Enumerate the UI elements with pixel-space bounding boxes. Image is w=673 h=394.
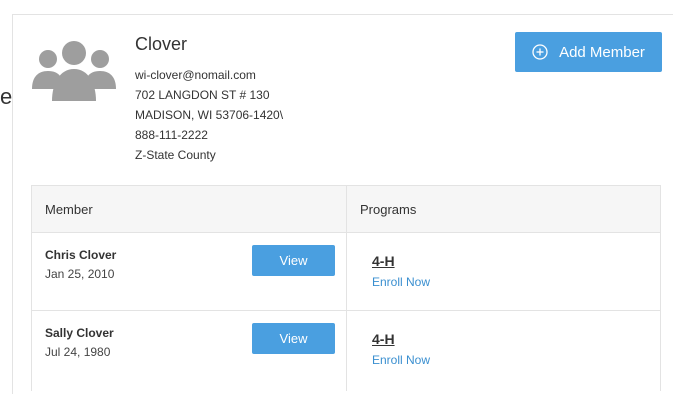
family-group-icon [32, 41, 116, 101]
header-member: Member [32, 186, 347, 232]
programs-cell: 4-H Enroll Now [347, 233, 660, 310]
program-link[interactable]: 4-H [372, 331, 395, 347]
family-contact-info: wi-clover@nomail.com 702 LANGDON ST # 13… [135, 65, 283, 165]
member-name: Chris Clover [45, 248, 117, 262]
family-address-line2: MADISON, WI 53706-1420\ [135, 108, 284, 122]
member-cell: Chris Clover Jan 25, 2010 View [32, 233, 347, 310]
family-county: Z-State County [135, 148, 216, 162]
family-email: wi-clover@nomail.com [135, 68, 256, 82]
member-dob: Jul 24, 1980 [45, 345, 111, 359]
table-row: Sally Clover Jul 24, 1980 View 4-H Enrol… [32, 311, 660, 391]
family-name: Clover [135, 34, 188, 54]
plus-circle-icon [532, 44, 548, 60]
view-member-button[interactable]: View [252, 323, 335, 354]
programs-cell: 4-H Enroll Now [347, 311, 660, 391]
family-card: Clover wi-clover@nomail.com 702 LANGDON … [12, 14, 673, 394]
enroll-now-link[interactable]: Enroll Now [372, 353, 430, 367]
left-edge-fragment: e [0, 0, 12, 383]
family-phone: 888-111-2222 [135, 128, 208, 142]
left-edge-text: e [0, 84, 13, 109]
member-cell: Sally Clover Jul 24, 1980 View [32, 311, 347, 391]
family-address-line1: 702 LANGDON ST # 130 [135, 88, 270, 102]
table-header: Member Programs [32, 186, 660, 233]
add-member-label: Add Member [559, 43, 645, 61]
enroll-now-link[interactable]: Enroll Now [372, 275, 430, 289]
members-table: Member Programs Chris Clover Jan 25, 201… [31, 185, 661, 391]
add-member-button[interactable]: Add Member [515, 32, 662, 72]
member-dob: Jan 25, 2010 [45, 267, 115, 281]
header-programs: Programs [360, 201, 417, 217]
view-member-button[interactable]: View [252, 245, 335, 276]
table-row: Chris Clover Jan 25, 2010 View 4-H Enrol… [32, 233, 660, 311]
program-link[interactable]: 4-H [372, 253, 395, 269]
member-name: Sally Clover [45, 326, 114, 340]
